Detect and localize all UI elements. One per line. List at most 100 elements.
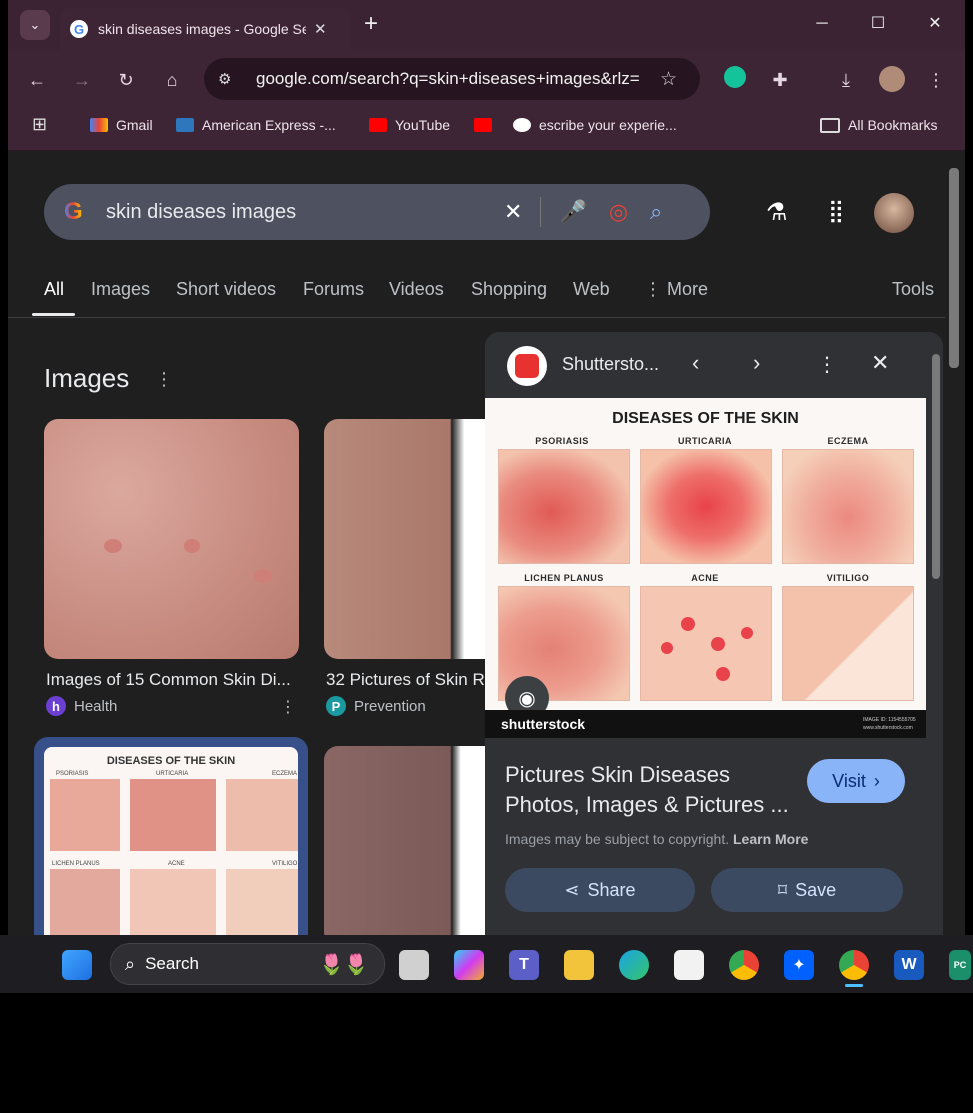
acne-spot bbox=[661, 642, 673, 654]
edge-icon[interactable] bbox=[619, 950, 649, 980]
download-icon[interactable]: ⤓ bbox=[832, 66, 860, 94]
tab-images[interactable]: Images bbox=[91, 279, 150, 300]
account-avatar[interactable] bbox=[874, 193, 914, 233]
learn-more-link[interactable]: Learn More bbox=[733, 831, 808, 847]
maximize-button[interactable]: ☐ bbox=[866, 12, 890, 36]
profile-avatar[interactable] bbox=[878, 66, 906, 94]
health-logo-icon: h bbox=[46, 696, 66, 716]
tab-search-button[interactable]: ⌄ bbox=[20, 10, 50, 40]
bookmark-amex[interactable]: American Express -... bbox=[176, 114, 336, 136]
bookmark-chatgpt[interactable]: escribe your experie... bbox=[513, 114, 677, 136]
image-source[interactable]: h Health bbox=[46, 696, 117, 716]
file-explorer-icon[interactable] bbox=[564, 950, 594, 980]
bookmark-icon: ⌑ bbox=[777, 879, 788, 900]
search-icon[interactable]: ⌕ bbox=[650, 199, 662, 225]
extensions-puzzle-icon[interactable]: ✚ bbox=[766, 66, 794, 94]
search-box[interactable]: G skin diseases images ✕ 🎤 ◎ ⌕ bbox=[44, 184, 710, 240]
panel-menu-icon[interactable]: ⋮ bbox=[817, 352, 837, 377]
next-image-button[interactable]: › bbox=[753, 350, 760, 376]
thumb-label: URTICARIA bbox=[156, 771, 189, 777]
image-result-3-selected[interactable]: DISEASES OF THE SKIN PSORIASIS URTICARIA… bbox=[34, 737, 308, 935]
url-text[interactable]: google.com/search?q=skin+diseases+images… bbox=[256, 69, 646, 89]
bookmark-star-icon[interactable]: ☆ bbox=[660, 68, 677, 91]
panel-title[interactable]: Pictures Skin Diseases Photos, Images & … bbox=[505, 760, 800, 820]
address-bar[interactable]: ⚙ google.com/search?q=skin+diseases+imag… bbox=[204, 58, 700, 100]
chrome-profile-icon[interactable] bbox=[839, 950, 869, 980]
back-button[interactable]: ← bbox=[23, 66, 51, 94]
site-info-icon[interactable]: ⚙ bbox=[218, 70, 240, 88]
chrome-icon[interactable] bbox=[729, 950, 759, 980]
close-window-button[interactable]: ✕ bbox=[923, 12, 947, 36]
task-view-icon[interactable] bbox=[399, 950, 429, 980]
prev-image-button[interactable]: ‹ bbox=[692, 350, 699, 376]
tab-videos[interactable]: Videos bbox=[389, 279, 444, 300]
close-panel-button[interactable]: ✕ bbox=[871, 350, 889, 376]
source-name: Prevention bbox=[354, 697, 426, 715]
vitiligo-cell bbox=[782, 586, 914, 701]
active-app-indicator bbox=[845, 984, 863, 987]
lens-icon[interactable]: ◎ bbox=[609, 199, 628, 225]
labs-flask-icon[interactable]: ⚗ bbox=[766, 198, 788, 227]
search-results-page: G skin diseases images ✕ 🎤 ◎ ⌕ ⚗ ⣿ All I… bbox=[8, 151, 945, 935]
tab-short-videos[interactable]: Short videos bbox=[176, 279, 276, 300]
new-tab-button[interactable]: + bbox=[364, 10, 378, 38]
apps-grid-icon[interactable]: ⣿ bbox=[828, 198, 844, 224]
tab-more[interactable]: ⋮ More bbox=[644, 279, 708, 300]
tab-shopping[interactable]: Shopping bbox=[471, 279, 547, 300]
bookmark-gmail[interactable]: Gmail bbox=[90, 114, 153, 136]
title-bar: ⌄ G skin diseases images - Google Search… bbox=[8, 0, 965, 50]
home-button[interactable]: ⌂ bbox=[158, 66, 186, 94]
image-title: DISEASES OF THE SKIN bbox=[612, 410, 799, 427]
panel-scrollbar-thumb[interactable] bbox=[932, 354, 940, 579]
psoriasis-cell bbox=[498, 449, 630, 564]
tools-button[interactable]: Tools bbox=[892, 279, 934, 300]
share-button[interactable]: ⋖ Share bbox=[505, 868, 695, 912]
store-icon[interactable] bbox=[674, 950, 704, 980]
tab-web[interactable]: Web bbox=[573, 279, 610, 300]
tab-close-button[interactable]: ✕ bbox=[314, 20, 327, 38]
image-result-4[interactable] bbox=[324, 746, 504, 935]
visit-button[interactable]: Visit › bbox=[807, 759, 905, 803]
copilot-icon[interactable] bbox=[454, 950, 484, 980]
image-caption[interactable]: Images of 15 Common Skin Di... bbox=[46, 670, 296, 690]
grid-label: ACNE bbox=[691, 573, 719, 583]
clear-icon[interactable]: ✕ bbox=[504, 199, 522, 225]
images-options-icon[interactable]: ⋮ bbox=[155, 369, 173, 390]
windows-start-icon[interactable] bbox=[62, 950, 92, 980]
extension-grammarly-icon[interactable] bbox=[721, 66, 749, 94]
search-query[interactable]: skin diseases images bbox=[106, 201, 486, 224]
page-scrollbar-thumb[interactable] bbox=[949, 168, 959, 368]
teams-icon[interactable]: T bbox=[509, 950, 539, 980]
preview-image[interactable]: DISEASES OF THE SKIN PSORIASIS URTICARIA… bbox=[485, 398, 926, 738]
word-icon[interactable]: W bbox=[894, 950, 924, 980]
tab-all[interactable]: All bbox=[44, 279, 64, 300]
panel-site-name[interactable]: Shuttersto... bbox=[562, 354, 659, 375]
apps-grid-icon[interactable]: ⊞ bbox=[32, 114, 47, 135]
dropbox-icon[interactable]: ✦ bbox=[784, 950, 814, 980]
image-result-2[interactable] bbox=[324, 419, 504, 659]
browser-tab[interactable]: G skin diseases images - Google Search ✕ bbox=[60, 8, 350, 50]
tab-more-label: More bbox=[667, 279, 709, 299]
forward-button[interactable]: → bbox=[68, 66, 96, 94]
bookmark-youtube[interactable]: YouTube bbox=[369, 114, 450, 136]
pc-app-icon[interactable]: PC bbox=[949, 950, 971, 980]
image-result-1[interactable] bbox=[44, 419, 299, 659]
bookmark-label: escribe your experie... bbox=[539, 117, 677, 133]
taskbar-search[interactable]: ⌕ Search 🌷🌷 bbox=[110, 943, 385, 985]
bookmark-youtube-2[interactable] bbox=[474, 114, 500, 136]
thumb-label: ECZEMA bbox=[272, 771, 298, 777]
bookmark-label: American Express -... bbox=[202, 117, 336, 133]
reload-button[interactable]: ↻ bbox=[112, 66, 140, 94]
minimize-button[interactable]: ─ bbox=[810, 12, 834, 36]
all-bookmarks-button[interactable]: All Bookmarks bbox=[820, 114, 937, 136]
tab-forums[interactable]: Forums bbox=[303, 279, 364, 300]
mic-icon[interactable]: 🎤 bbox=[559, 199, 586, 225]
youtube-icon bbox=[474, 118, 492, 132]
menu-kebab-icon[interactable]: ⋮ bbox=[922, 66, 950, 94]
thumb-label: VITILIGO bbox=[272, 861, 298, 867]
image-source[interactable]: P Prevention bbox=[326, 696, 426, 716]
image-caption[interactable]: 32 Pictures of Skin R bbox=[326, 670, 486, 690]
divider bbox=[540, 197, 542, 227]
save-button[interactable]: ⌑ Save bbox=[711, 868, 903, 912]
result-options-icon[interactable]: ⋮ bbox=[280, 697, 296, 717]
